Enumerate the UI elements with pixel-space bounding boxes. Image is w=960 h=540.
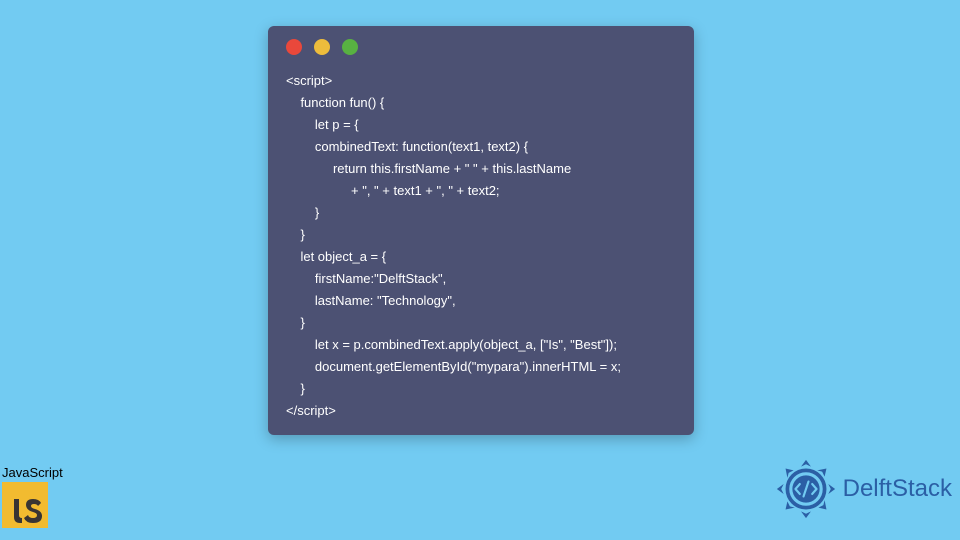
close-icon <box>286 39 302 55</box>
delftstack-logo: DelftStack <box>775 458 952 520</box>
code-window: <script> function fun() { let p = { comb… <box>268 26 694 435</box>
javascript-badge: JavaScript <box>2 465 63 528</box>
code-content: <script> function fun() { let p = { comb… <box>268 68 694 422</box>
delftstack-text: DelftStack <box>843 475 952 503</box>
javascript-label: JavaScript <box>2 465 63 480</box>
maximize-icon <box>342 39 358 55</box>
window-titlebar <box>268 26 694 68</box>
minimize-icon <box>314 39 330 55</box>
gear-icon <box>775 458 837 520</box>
javascript-logo-icon <box>2 482 48 528</box>
